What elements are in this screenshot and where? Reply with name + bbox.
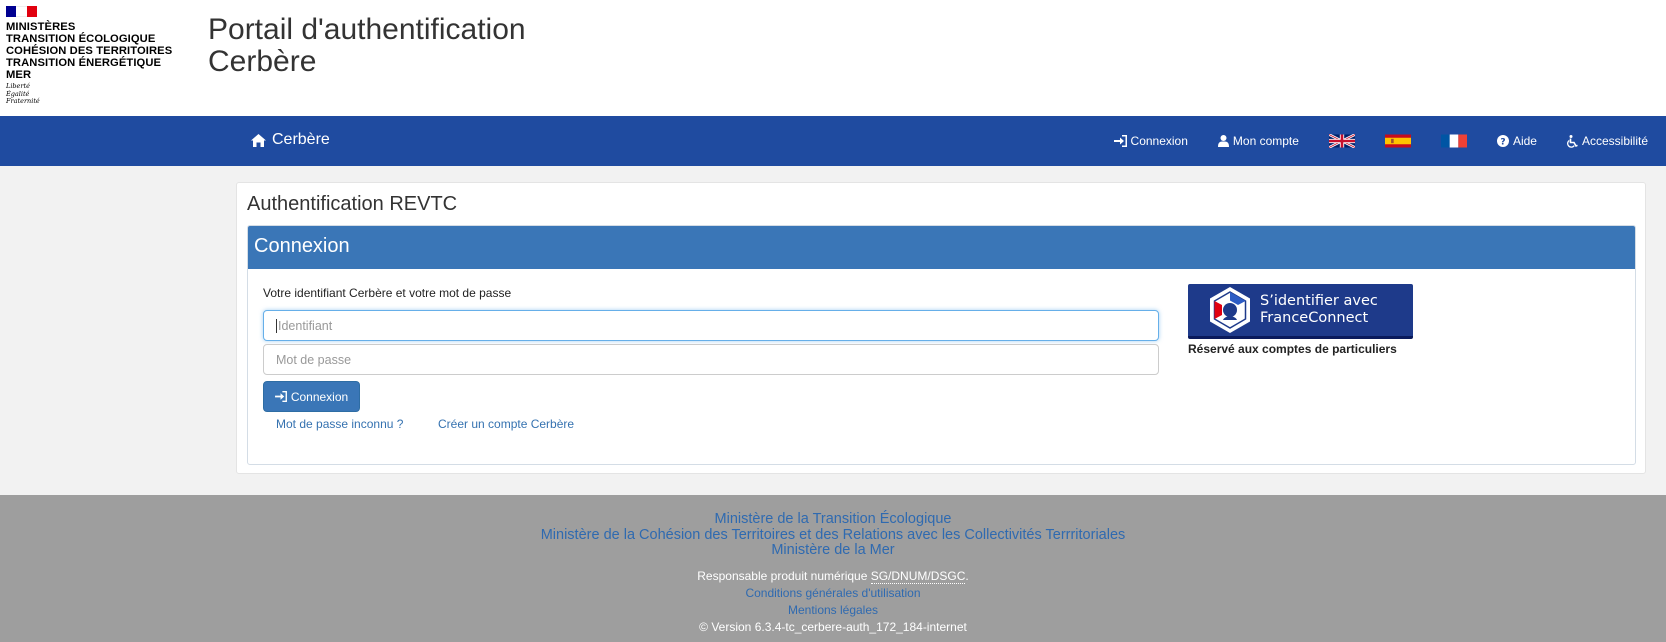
- spanish-flag-icon[interactable]: [1384, 134, 1411, 148]
- franceconnect-line1: S’identifier avec: [1260, 293, 1378, 309]
- create-account-link[interactable]: Créer un compte Cerbère: [438, 417, 574, 431]
- footer: Ministère de la Transition Écologique Mi…: [0, 495, 1666, 642]
- login-box-header: Connexion: [248, 226, 1635, 269]
- svg-text:?: ?: [1500, 138, 1505, 148]
- sign-in-icon: [274, 391, 287, 402]
- french-flag-icon: [6, 6, 37, 17]
- home-icon: [251, 133, 266, 147]
- header: MINISTÈRES TRANSITION ÉCOLOGIQUE COHÉSIO…: [0, 0, 1666, 116]
- nav-accessibility-link[interactable]: Accessibilité: [1567, 134, 1648, 148]
- franceconnect-line2: FranceConnect: [1260, 310, 1369, 326]
- franceconnect-note: Réservé aux comptes de particuliers: [1188, 342, 1397, 356]
- identifier-placeholder: Identifiant: [278, 318, 333, 333]
- ministry-line: TRANSITION ÉCOLOGIQUE: [6, 33, 156, 46]
- login-instructions: Votre identifiant Cerbère et votre mot d…: [263, 286, 512, 300]
- password-placeholder: Mot de passe: [276, 352, 352, 367]
- franceconnect-logo-icon: [1210, 287, 1250, 333]
- ministry-line: MER: [6, 69, 32, 82]
- login-submit-button[interactable]: Connexion: [263, 381, 360, 412]
- nav-login-label: Connexion: [1130, 134, 1188, 148]
- nav-accessibility-label: Accessibilité: [1581, 134, 1648, 148]
- nav-home-label: Cerbère: [272, 131, 330, 148]
- english-flag-icon[interactable]: [1328, 134, 1355, 148]
- login-box: Connexion Votre identifiant Cerbère et v…: [247, 225, 1636, 465]
- ministry-line: COHÉSION DES TERRITOIRES: [6, 45, 173, 58]
- panel-title: Authentification REVTC: [247, 193, 458, 215]
- page-title: Portail d'authentification Cerbère: [208, 14, 526, 78]
- nav-help-link[interactable]: ? Aide: [1496, 134, 1537, 148]
- footer-ministry[interactable]: Ministère de la Cohésion des Territoires…: [0, 527, 1666, 544]
- ministry-line: MINISTÈRES: [6, 21, 76, 33]
- navbar: Cerbère Connexion Mon compte ? Aide Acce…: [0, 116, 1666, 166]
- footer-ministry[interactable]: Ministère de la Transition Écologique: [0, 511, 1666, 528]
- wheelchair-icon: [1567, 134, 1578, 148]
- legal-link[interactable]: Mentions légales: [0, 603, 1666, 617]
- ministry-line: TRANSITION ÉNERGÉTIQUE: [6, 57, 162, 70]
- nav-account-link[interactable]: Mon compte: [1217, 134, 1299, 148]
- sign-in-icon: [1113, 135, 1127, 147]
- footer-ministry[interactable]: Ministère de la Mer: [0, 542, 1666, 559]
- auth-panel: Authentification REVTC Connexion Votre i…: [236, 182, 1646, 474]
- franceconnect-text: S’identifier avec FranceConnect: [1260, 293, 1378, 327]
- text-caret: [276, 318, 277, 333]
- ministry-logo: MINISTÈRES TRANSITION ÉCOLOGIQUE COHÉSIO…: [6, 6, 186, 106]
- forgot-password-link[interactable]: Mot de passe inconnu ?: [276, 417, 403, 431]
- devise-line: Liberté: [6, 82, 30, 91]
- page-title-line1: Portail d'authentification: [208, 13, 526, 46]
- password-input[interactable]: Mot de passe: [263, 344, 1159, 375]
- franceconnect-button[interactable]: S’identifier avec FranceConnect: [1188, 284, 1413, 339]
- cgu-link[interactable]: Conditions générales d'utilisation: [0, 586, 1666, 600]
- nav-right: Connexion Mon compte ? Aide Accessibilit…: [1084, 116, 1648, 166]
- nav-help-label: Aide: [1512, 134, 1537, 148]
- ministries-block: MINISTÈRES TRANSITION ÉCOLOGIQUE COHÉSIO…: [6, 21, 186, 81]
- footer-responsible-prefix: Responsable produit numérique: [697, 568, 868, 583]
- nav-login-link[interactable]: Connexion: [1113, 134, 1188, 148]
- devise: Liberté Égalité Fraternité: [6, 83, 186, 106]
- nav-account-label: Mon compte: [1232, 134, 1299, 148]
- version-text: © Version 6.3.4-tc_cerbere-auth_172_184-…: [699, 619, 967, 634]
- footer-ministries: Ministère de la Transition Écologique Mi…: [0, 511, 1666, 559]
- login-submit-label: Connexion: [290, 389, 349, 404]
- footer-responsible-abbr: SG/DNUM/DSGC: [870, 568, 966, 584]
- nav-home-link[interactable]: Cerbère: [251, 131, 330, 149]
- question-circle-icon: ?: [1496, 135, 1509, 148]
- user-icon: [1217, 135, 1229, 147]
- identifier-input[interactable]: Identifiant: [263, 310, 1159, 341]
- footer-responsible: Responsable produit numérique SG/DNUM/DS…: [697, 568, 969, 584]
- devise-line: Fraternité: [6, 97, 40, 106]
- page-title-line2: Cerbère: [208, 45, 317, 78]
- french-flag-nav-icon[interactable]: [1440, 134, 1467, 148]
